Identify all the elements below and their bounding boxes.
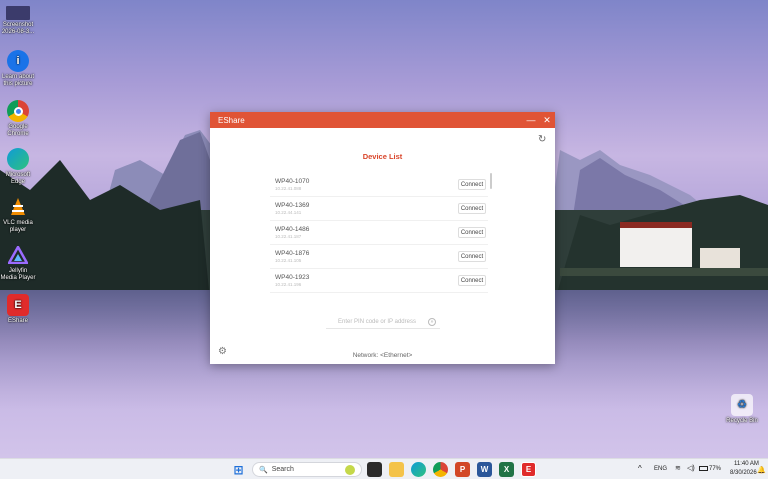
search-icon: 🔍	[259, 466, 268, 474]
battery-icon	[699, 466, 708, 471]
refresh-icon[interactable]: ↻	[538, 135, 548, 145]
edge-icon	[7, 148, 29, 170]
file-explorer-icon[interactable]	[389, 462, 404, 477]
device-name: WP40-1876	[275, 250, 310, 257]
taskbar-search[interactable]: 🔍 Search	[252, 462, 362, 477]
device-row: WP40-1486 10.22.41.187 Connect	[270, 221, 488, 245]
powerpoint-icon[interactable]: P	[455, 462, 470, 477]
desktop-icon-vlc[interactable]: VLC media player	[0, 196, 36, 234]
device-name: WP40-1070	[275, 178, 310, 185]
pin-submit-icon[interactable]: »	[428, 317, 436, 326]
connect-button[interactable]: Connect	[458, 203, 486, 214]
language-indicator[interactable]: ENG	[654, 466, 667, 472]
battery-status[interactable]: 77%	[699, 466, 721, 472]
chrome-icon[interactable]	[433, 462, 448, 477]
desktop-icon-label: Jellyfin Media Player	[0, 268, 36, 281]
device-ip: 10.22.41.105	[275, 258, 302, 263]
search-highlight-icon	[345, 464, 355, 475]
word-icon[interactable]: W	[477, 462, 492, 477]
connect-button[interactable]: Connect	[458, 275, 486, 286]
search-label: Search	[271, 466, 294, 473]
desktop-icon-label: Learn about this picture	[1, 74, 35, 87]
eshare-taskbar-icon[interactable]: E	[521, 462, 536, 477]
desktop-icon-label: Microsoft Edge	[5, 172, 31, 185]
desktop-icon-label: VLC media player	[3, 220, 33, 233]
pin-input[interactable]: Enter PIN code or IP address	[326, 319, 428, 325]
device-ip: 10.22.41.088	[275, 186, 302, 191]
recycle-bin-icon: ♻	[731, 394, 753, 416]
excel-icon[interactable]: X	[499, 462, 514, 477]
clock-time[interactable]: 11:40 AM	[734, 461, 759, 467]
clock-date[interactable]: 8/30/2026	[730, 470, 757, 476]
notification-bell-icon[interactable]: 🔔	[757, 466, 766, 474]
info-icon: i	[7, 50, 29, 72]
device-list: WP40-1070 10.22.41.088 Connect WP40-1369…	[270, 173, 488, 293]
image-thumbnail-icon	[6, 6, 30, 20]
device-row: WP40-1876 10.22.41.105 Connect	[270, 245, 488, 269]
pin-entry: Enter PIN code or IP address »	[326, 315, 440, 329]
desktop-icon-jellyfin[interactable]: Jellyfin Media Player	[0, 244, 36, 282]
device-name: WP40-1486	[275, 226, 310, 233]
device-list-title: Device List	[362, 152, 403, 161]
battery-percent: 77%	[709, 466, 722, 473]
desktop-icon-screenshot[interactable]: Screenshot 2026-08-3...	[0, 6, 36, 36]
wifi-icon[interactable]: ≋	[675, 464, 681, 472]
minimize-button[interactable]: —	[523, 112, 539, 128]
connect-button[interactable]: Connect	[458, 227, 486, 238]
desktop-icon-label: EShare	[7, 318, 28, 324]
volume-icon[interactable]: ◁)	[687, 464, 695, 472]
device-row: WP40-1923 10.22.41.196 Connect	[270, 269, 488, 293]
device-row: WP40-1070 10.22.41.088 Connect	[270, 173, 488, 197]
eshare-window: EShare — ✕ ↻ Device List WP40-1070 10.22…	[210, 112, 555, 364]
desktop-icon-label: Screenshot 2026-08-3...	[1, 22, 35, 35]
window-title: EShare	[218, 115, 245, 125]
device-ip: 10.22.44.141	[275, 210, 302, 215]
edge-icon[interactable]	[411, 462, 426, 477]
desktop-icon-label: Google Chrome	[7, 124, 29, 137]
desktop-icon-label: Recycle Bin	[726, 418, 758, 424]
jellyfin-icon	[7, 244, 29, 266]
eshare-icon: E	[7, 294, 29, 316]
desktop-icon-eshare[interactable]: E EShare	[0, 294, 36, 325]
desktop-icon-microsoft-edge[interactable]: Microsoft Edge	[0, 148, 36, 186]
desktop-icon-recycle-bin[interactable]: ♻ Recycle Bin	[722, 394, 762, 425]
chrome-icon	[7, 100, 29, 122]
connect-button[interactable]: Connect	[458, 251, 486, 262]
device-name: WP40-1369	[275, 202, 310, 209]
windows-start-icon[interactable]: ⊞	[231, 462, 246, 477]
close-button[interactable]: ✕	[539, 112, 555, 128]
network-status: Network: <Ethernet>	[352, 352, 413, 359]
device-ip: 10.22.41.187	[275, 234, 302, 239]
device-list-scrollbar[interactable]	[490, 173, 492, 189]
device-row: WP40-1369 10.22.44.141 Connect	[270, 197, 488, 221]
window-titlebar[interactable]: EShare — ✕	[210, 112, 555, 128]
desktop-icon-learn-about-picture[interactable]: i Learn about this picture	[0, 50, 36, 88]
task-view-icon[interactable]	[367, 462, 382, 477]
device-name: WP40-1923	[275, 274, 310, 281]
tray-chevron-icon[interactable]: ^	[638, 464, 642, 473]
vlc-cone-icon	[7, 196, 29, 218]
taskbar: ⊞ 🔍 Search P W X E ^ ENG ≋ ◁) 77% 11:40 …	[0, 458, 768, 479]
device-ip: 10.22.41.196	[275, 282, 302, 287]
desktop-icon-google-chrome[interactable]: Google Chrome	[0, 100, 36, 138]
connect-button[interactable]: Connect	[458, 179, 486, 190]
